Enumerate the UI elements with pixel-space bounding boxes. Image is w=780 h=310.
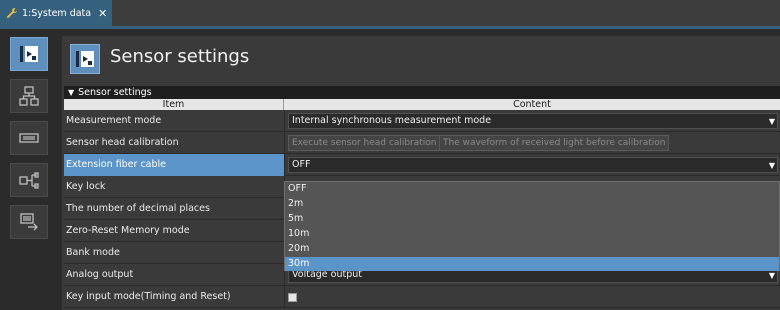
waveform-before-calibration-button[interactable]: The waveform of received light before ca…: [439, 135, 670, 151]
row-label: Key lock: [66, 181, 106, 192]
measurement-mode-select[interactable]: Internal synchronous measurement mode ▼: [288, 113, 778, 129]
execute-calibration-button[interactable]: Execute sensor head calibration: [288, 135, 441, 151]
device-icon: [19, 133, 39, 143]
section-label: Sensor settings: [78, 87, 152, 98]
table-row: Sensor head calibration Execute sensor h…: [64, 132, 780, 154]
option-20m[interactable]: 20m: [285, 242, 779, 256]
sidebar: [0, 29, 58, 310]
transfer-icon: [20, 213, 38, 231]
sensor-settings-icon: [70, 44, 100, 74]
table-header: Item Content: [64, 99, 780, 110]
row-label: Measurement mode: [66, 115, 162, 126]
chevron-down-icon[interactable]: ▼: [769, 115, 775, 129]
option-5m[interactable]: 5m: [285, 212, 779, 226]
option-off[interactable]: OFF: [285, 182, 779, 196]
sidebar-item-hierarchy[interactable]: [10, 79, 48, 113]
row-label: Key input mode(Timing and Reset): [66, 291, 231, 302]
table-row: Extension fiber cable OFF ▼: [64, 154, 780, 176]
option-30m[interactable]: 30m: [285, 257, 779, 271]
column-header-content: Content: [513, 99, 551, 110]
tab-system-data[interactable]: 1:System data ✕: [0, 0, 112, 26]
sidebar-item-io-map[interactable]: [10, 163, 48, 197]
tab-underline: [0, 26, 780, 29]
wrench-icon: [6, 7, 18, 19]
extension-fiber-cable-options: OFF 2m 5m 10m 20m 30m: [284, 181, 780, 271]
sidebar-item-transfer[interactable]: [10, 205, 48, 239]
page-header: Sensor settings: [62, 36, 780, 81]
io-map-icon: [19, 172, 39, 189]
hierarchy-icon: [19, 86, 39, 106]
extension-fiber-cable-select[interactable]: OFF ▼: [288, 157, 778, 173]
row-label: Zero-Reset Memory mode: [66, 225, 190, 236]
chevron-down-icon[interactable]: ▼: [769, 159, 775, 173]
page-title: Sensor settings: [110, 46, 250, 67]
table-row: Measurement mode Internal synchronous me…: [64, 110, 780, 132]
option-10m[interactable]: 10m: [285, 227, 779, 241]
column-header-item: Item: [64, 99, 284, 110]
section-sensor-settings[interactable]: ▼ Sensor settings: [64, 86, 780, 99]
chevron-down-icon[interactable]: ▼: [769, 269, 775, 283]
sidebar-item-device[interactable]: [10, 121, 48, 155]
select-value: OFF: [292, 159, 311, 170]
tab-label: 1:System data: [22, 7, 92, 19]
tab-bar: 1:System data ✕: [0, 0, 780, 26]
row-label: Extension fiber cable: [64, 154, 284, 176]
sensor-settings-icon: [20, 46, 38, 62]
sidebar-item-sensor-settings[interactable]: [10, 37, 48, 71]
row-label: Bank mode: [66, 247, 120, 258]
row-label: Analog output: [66, 269, 134, 280]
row-label: Sensor head calibration: [66, 137, 179, 148]
row-label: The number of decimal places: [66, 203, 210, 214]
collapse-icon[interactable]: ▼: [68, 88, 74, 97]
table-row: Key input mode(Timing and Reset): [64, 286, 780, 308]
key-input-mode-checkbox[interactable]: [288, 293, 297, 302]
select-value: Internal synchronous measurement mode: [292, 115, 492, 126]
option-2m[interactable]: 2m: [285, 197, 779, 211]
close-icon[interactable]: ✕: [98, 7, 107, 20]
